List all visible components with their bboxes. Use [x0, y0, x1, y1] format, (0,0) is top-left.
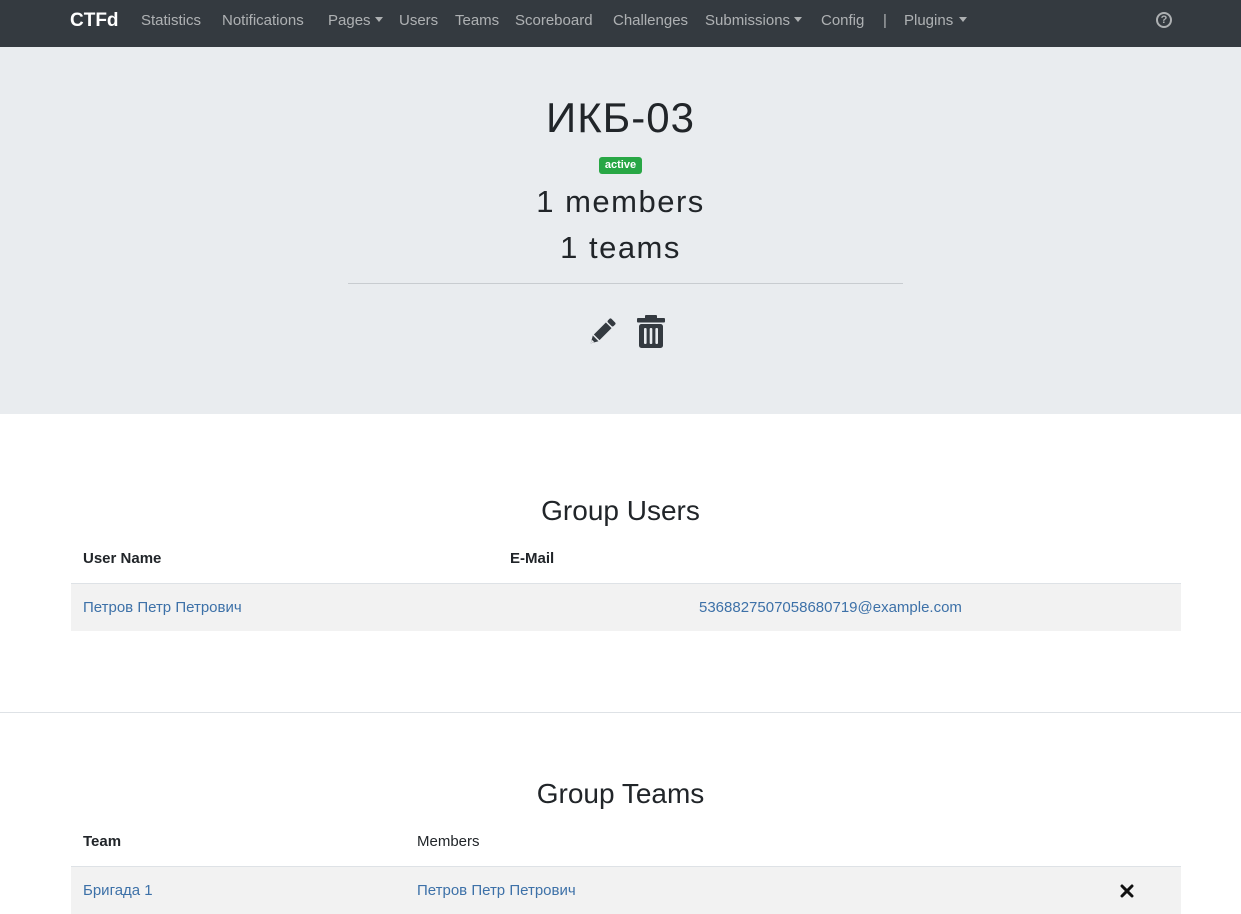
nav-submissions-label: Submissions [705, 12, 791, 29]
nav-separator: | [883, 12, 887, 29]
members-count: 1 members [536, 184, 705, 219]
table-row: Бригада 1 Петров Петр Петрович [71, 866, 1181, 914]
users-col-username: User Name [83, 550, 162, 567]
teams-col-members: Members [417, 833, 480, 850]
trash-icon[interactable] [635, 315, 669, 349]
nav-plugins-label: Plugins [904, 12, 954, 29]
nav-pages-label: Pages [328, 12, 371, 29]
teams-section-title: Group Teams [536, 778, 705, 809]
group-title: ИКБ-03 [546, 94, 695, 141]
nav-submissions-dropdown[interactable]: Submissions [705, 11, 803, 31]
group-header: ИКБ-03 active 1 members 1 teams [0, 47, 1241, 414]
table-row: Петров Петр Петрович 536882750705868071­… [71, 583, 1181, 631]
team-member-link[interactable]: Петров Петр Петрович [417, 881, 576, 901]
nav-plugins-dropdown[interactable]: Plugins [904, 11, 968, 31]
user-email-link[interactable]: 536882750705868071­9@example.com [699, 598, 962, 618]
header-divider [348, 283, 903, 284]
teams-count: 1 teams [560, 230, 681, 265]
nav-config[interactable]: Config [821, 11, 864, 31]
teams-col-team: Team [83, 833, 122, 850]
status-badge: active [598, 157, 643, 174]
nav-statistics[interactable]: Statistics [141, 11, 201, 31]
brand-logo[interactable]: CTFd [70, 9, 119, 33]
users-section-title: Group Users [541, 495, 700, 526]
nav-notifications[interactable]: Notifications [222, 11, 304, 31]
top-navbar: CTFd Statistics Notifications Pages User… [0, 0, 1241, 47]
question-circle-icon[interactable]: ? [1156, 12, 1172, 28]
section-divider [0, 712, 1241, 713]
caret-down-icon [959, 17, 968, 22]
users-col-email: E-Mail [510, 550, 555, 567]
times-icon[interactable] [1119, 883, 1135, 899]
nav-challenges[interactable]: Challenges [613, 11, 688, 31]
caret-down-icon [374, 17, 383, 22]
nav-pages-dropdown[interactable]: Pages [328, 11, 383, 31]
team-name-link[interactable]: Бригада 1 [83, 881, 153, 901]
nav-users[interactable]: Users [399, 11, 438, 31]
pencil-icon[interactable] [585, 315, 619, 349]
caret-down-icon [794, 17, 803, 22]
user-name-link[interactable]: Петров Петр Петрович [83, 598, 242, 618]
nav-scoreboard[interactable]: Scoreboard [515, 11, 593, 31]
nav-teams[interactable]: Teams [455, 11, 499, 31]
